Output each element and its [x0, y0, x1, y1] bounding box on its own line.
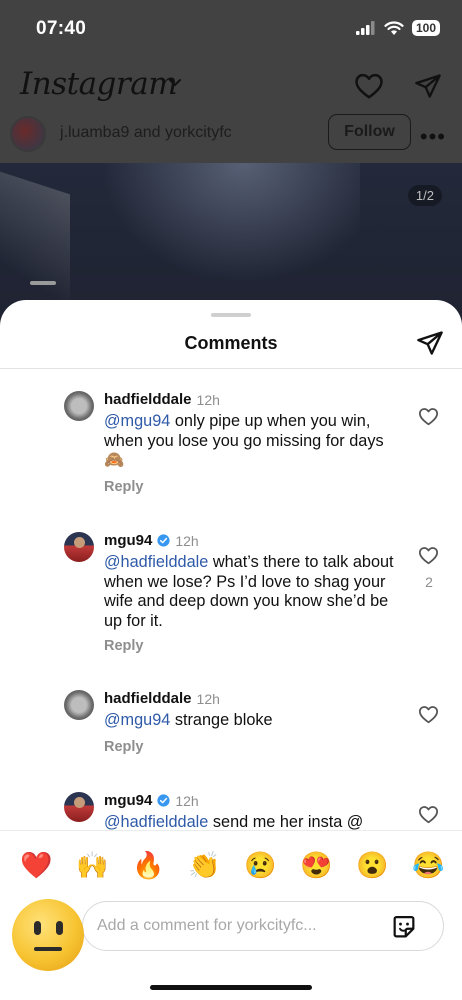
battery-indicator: 100 — [411, 20, 440, 36]
home-indicator[interactable] — [150, 985, 312, 990]
reaction-surprised[interactable]: 😮 — [356, 845, 388, 885]
quick-reactions: ❤️ 🙌 🔥 👏 😢 😍 😮 😂 — [0, 845, 462, 885]
status-icons: 100 — [355, 20, 440, 36]
comment-text: @hadfielddale send me her insta @ — [104, 813, 394, 830]
comment-meta: mgu94 12h — [104, 532, 199, 549]
reply-button[interactable]: Reply — [104, 479, 144, 495]
comment-timestamp: 12h — [196, 690, 220, 707]
page-indicator: 1/2 — [407, 185, 442, 206]
comment-username[interactable]: hadfielddale — [104, 690, 192, 707]
stadium-light — [30, 281, 56, 285]
send-icon[interactable] — [414, 72, 442, 100]
heart-icon[interactable] — [418, 705, 439, 724]
reply-button[interactable]: Reply — [104, 638, 144, 654]
heart-icon[interactable] — [418, 805, 439, 824]
post-author-avatar[interactable] — [10, 116, 46, 152]
reaction-heart-eyes[interactable]: 😍 — [300, 845, 332, 885]
comment-item: mgu94 12h @hadfielddale send me her inst… — [0, 790, 462, 830]
comment-username[interactable]: mgu94 — [104, 532, 152, 549]
avatar[interactable] — [12, 899, 84, 971]
mention-link[interactable]: @hadfielddale — [104, 813, 208, 830]
verified-badge-icon — [157, 794, 170, 807]
avatar-mouth — [34, 947, 62, 951]
reaction-fire[interactable]: 🔥 — [132, 845, 164, 885]
avatar-eye — [56, 921, 63, 935]
comment-meta: mgu94 12h — [104, 792, 199, 809]
post-header: j.luamba9 and yorkcityfc Follow ••• — [0, 112, 462, 162]
heart-icon[interactable] — [418, 407, 439, 426]
avatar[interactable] — [64, 532, 94, 562]
instagram-logo[interactable]: Instagram — [20, 66, 178, 102]
comment-meta: hadfielddale 12h — [104, 391, 220, 408]
send-icon[interactable] — [416, 329, 444, 357]
reaction-crying[interactable]: 😢 — [244, 845, 276, 885]
more-icon[interactable]: ••• — [420, 124, 446, 150]
sticker-icon[interactable] — [390, 913, 418, 941]
wifi-icon — [384, 20, 404, 35]
sheet-divider — [0, 368, 462, 369]
comment-timestamp: 12h — [175, 532, 199, 549]
comment-text: @hadfielddale what’s there to talk about… — [104, 553, 394, 632]
reaction-laughing[interactable]: 😂 — [412, 845, 444, 885]
comment-item: hadfielddale 12h @mgu94 strange bloke Re… — [0, 688, 462, 768]
avatar[interactable] — [64, 391, 94, 421]
comment-meta: hadfielddale 12h — [104, 690, 220, 707]
heart-icon[interactable] — [354, 72, 384, 100]
reaction-heart[interactable]: ❤️ — [20, 845, 52, 885]
reaction-clap[interactable]: 👏 — [188, 845, 220, 885]
avatar[interactable] — [64, 690, 94, 720]
heart-icon[interactable] — [418, 546, 439, 565]
mention-link[interactable]: @mgu94 — [104, 412, 170, 430]
comment-timestamp: 12h — [175, 792, 199, 809]
instagram-header: Instagram — [0, 60, 462, 114]
like-count: 2 — [425, 574, 433, 590]
comment-text: @mgu94 only pipe up when you win, when y… — [104, 412, 394, 471]
post-authors[interactable]: j.luamba9 and yorkcityfc — [60, 124, 232, 142]
comment-username[interactable]: mgu94 — [104, 792, 152, 809]
comment-body: send me her insta @ — [208, 813, 364, 830]
comment-body: strange bloke — [170, 711, 273, 729]
comment-item: mgu94 12h @hadfielddale what’s there to … — [0, 530, 462, 670]
comment-composer: ❤️ 🙌 🔥 👏 😢 😍 😮 😂 — [0, 830, 462, 1000]
verified-badge-icon — [157, 534, 170, 547]
comments-sheet: Comments hadfielddale 12h @mgu94 only pi… — [0, 300, 462, 830]
mention-link[interactable]: @mgu94 — [104, 711, 170, 729]
chevron-down-icon[interactable] — [168, 78, 182, 88]
reaction-raised-hands[interactable]: 🙌 — [76, 845, 108, 885]
status-time: 07:40 — [36, 18, 87, 39]
reply-button[interactable]: Reply — [104, 739, 144, 755]
status-bar: 07:40 100 — [0, 0, 462, 58]
comment-input-bar — [0, 897, 462, 971]
comments-title: Comments — [184, 333, 278, 353]
sheet-grabber[interactable] — [211, 313, 251, 317]
stadium-light-glow — [100, 163, 360, 283]
avatar[interactable] — [64, 792, 94, 822]
follow-button[interactable]: Follow — [328, 114, 411, 150]
comment-item: hadfielddale 12h @mgu94 only pipe up whe… — [0, 389, 462, 509]
mention-link[interactable]: @hadfielddale — [104, 553, 208, 571]
comment-timestamp: 12h — [196, 391, 220, 408]
comment-username[interactable]: hadfielddale — [104, 391, 192, 408]
avatar-eye — [34, 921, 41, 935]
comment-text: @mgu94 strange bloke — [104, 711, 394, 731]
signal-icon — [355, 21, 375, 35]
